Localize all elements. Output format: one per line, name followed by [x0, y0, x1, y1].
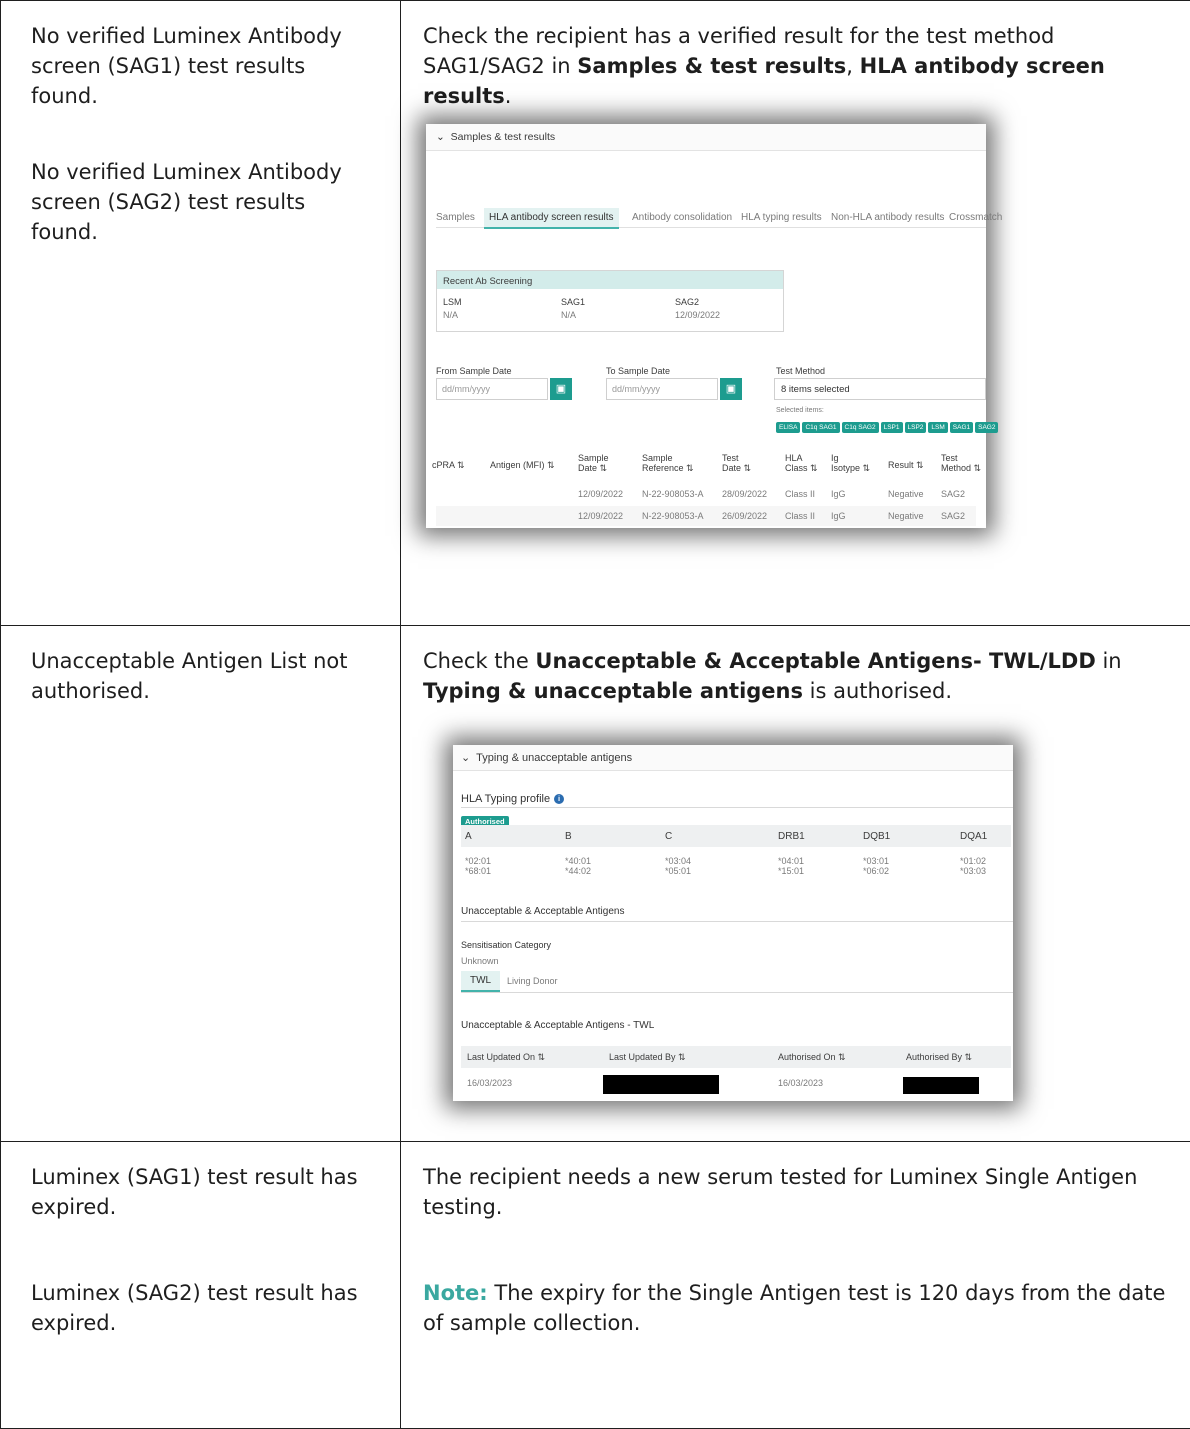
info-icon[interactable]: i	[554, 794, 564, 804]
col-sample-date[interactable]: SampleDate ⇅	[578, 453, 609, 474]
action-text: The recipient needs a new serum tested f…	[401, 1142, 1190, 1222]
tab-hla-typing-results[interactable]: HLA typing results	[741, 212, 822, 223]
locus-drb1: DRB1	[778, 831, 805, 842]
tab-samples[interactable]: Samples	[436, 212, 475, 223]
calendar-icon[interactable]: ▣	[720, 378, 742, 400]
action-text: Check the recipient has a verified resul…	[401, 1, 1190, 111]
locus-b: B	[565, 831, 572, 842]
note-label: Note:	[423, 1281, 488, 1305]
lsm-value: N/A	[443, 310, 458, 320]
test-method-select[interactable]: 8 items selected	[774, 378, 986, 400]
col-sample-reference[interactable]: SampleReference ⇅	[642, 453, 694, 474]
chip[interactable]: LSM	[928, 422, 947, 433]
col-last-updated-by[interactable]: Last Updated By ⇅	[609, 1052, 686, 1063]
hla-typing-profile-title: HLA Typing profilei	[461, 793, 564, 805]
locus-c: C	[665, 831, 672, 842]
test-method-label: Test Method	[776, 366, 825, 376]
col-cpra[interactable]: cPRA ⇅	[432, 460, 465, 471]
issue-cell: Unacceptable Antigen List not authorised…	[1, 626, 401, 1142]
chip[interactable]: C1q SAG1	[802, 422, 839, 433]
calendar-icon[interactable]: ▣	[550, 378, 572, 400]
table-row: 12/09/2022 N-22-908053-A 26/09/2022 Clas…	[436, 506, 976, 526]
col-last-updated-on[interactable]: Last Updated On ⇅	[467, 1052, 545, 1063]
issue-cell: No verified Luminex Antibody screen (SAG…	[1, 1, 401, 626]
from-date-input[interactable]: dd/mm/yyyy	[436, 378, 548, 400]
chip[interactable]: LSP2	[905, 422, 927, 433]
tab-bar: Samples HLA antibody screen results Anti…	[436, 208, 986, 228]
chip[interactable]: SAG1	[950, 422, 973, 433]
to-date-input[interactable]: dd/mm/yyyy	[606, 378, 718, 400]
twl-section-title: Unacceptable & Acceptable Antigens - TWL	[461, 1020, 654, 1031]
typing-unacceptable-antigens-screenshot: ⌄ Typing & unacceptable antigens HLA Typ…	[453, 745, 1013, 1101]
recent-ab-screening-panel: Recent Ab Screening LSM N/A SAG1 N/A SAG…	[436, 270, 784, 332]
tab-hla-antibody-screen-results[interactable]: HLA antibody screen results	[484, 208, 619, 229]
chevron-down-icon: ⌄	[461, 752, 470, 764]
locus-dqa1: DQA1	[960, 831, 987, 842]
table-row: Luminex (SAG1) test result has expired. …	[1, 1142, 1190, 1429]
tab-living-donor[interactable]: Living Donor	[507, 976, 558, 986]
to-date-label: To Sample Date	[606, 366, 670, 376]
tab-antibody-consolidation[interactable]: Antibody consolidation	[632, 212, 732, 223]
issue-cell: Luminex (SAG1) test result has expired. …	[1, 1142, 401, 1429]
issue-text: Unacceptable Antigen List not authorised…	[1, 626, 400, 706]
tab-twl[interactable]: TWL	[461, 971, 500, 992]
lsm-label: LSM	[443, 297, 462, 307]
issue-text: Luminex (SAG1) test result has expired.	[1, 1142, 400, 1222]
sag2-label: SAG2	[675, 297, 699, 307]
last-updated-on-value: 16/03/2023	[467, 1078, 512, 1088]
issue-text: No verified Luminex Antibody screen (SAG…	[1, 1, 400, 111]
col-test-method[interactable]: TestMethod ⇅	[941, 453, 981, 474]
col-ig-isotype[interactable]: IgIsotype ⇅	[831, 453, 870, 474]
table-row: 12/09/2022 N-22-908053-A 28/09/2022 Clas…	[436, 484, 976, 504]
authorised-on-value: 16/03/2023	[778, 1078, 823, 1088]
sensitisation-value: Unknown	[461, 956, 499, 966]
issue-text: Luminex (SAG2) test result has expired.	[1, 1222, 400, 1338]
chip[interactable]: SAG2	[975, 422, 998, 433]
tab-crossmatch[interactable]: Crossmatch	[949, 212, 1002, 223]
locus-a: A	[465, 831, 472, 842]
issue-text: No verified Luminex Antibody screen (SAG…	[1, 111, 400, 247]
col-test-date[interactable]: TestDate ⇅	[722, 453, 751, 474]
col-result[interactable]: Result ⇅	[888, 460, 924, 471]
tab-non-hla-antibody-results[interactable]: Non-HLA antibody results	[831, 212, 944, 223]
results-table-header: cPRA ⇅ Antigen (MFI) ⇅ SampleDate ⇅ Samp…	[426, 444, 986, 484]
col-antigen-mfi[interactable]: Antigen (MFI) ⇅	[490, 460, 555, 471]
panel-title: Recent Ab Screening	[437, 271, 783, 289]
section-header[interactable]: ⌄ Samples & test results	[426, 124, 986, 151]
selected-chips: ELISAC1q SAG1C1q SAG2LSP1LSP2LSMSAG1SAG2	[776, 416, 1000, 434]
sensitisation-label: Sensitisation Category	[461, 940, 551, 950]
section-header[interactable]: ⌄ Typing & unacceptable antigens	[453, 745, 1013, 771]
col-hla-class[interactable]: HLAClass ⇅	[785, 453, 818, 474]
sag1-value: N/A	[561, 310, 576, 320]
sag2-value: 12/09/2022	[675, 310, 720, 320]
chip[interactable]: C1q SAG2	[842, 422, 879, 433]
col-authorised-by[interactable]: Authorised By ⇅	[906, 1052, 972, 1063]
selected-items-label: Selected items:	[776, 407, 824, 414]
samples-test-results-screenshot: ⌄ Samples & test results Samples HLA ant…	[426, 124, 986, 528]
chip[interactable]: ELISA	[776, 422, 800, 433]
col-authorised-on[interactable]: Authorised On ⇅	[778, 1052, 846, 1063]
from-date-label: From Sample Date	[436, 366, 512, 376]
sag1-label: SAG1	[561, 297, 585, 307]
action-cell: The recipient needs a new serum tested f…	[401, 1142, 1190, 1429]
chevron-down-icon: ⌄	[436, 131, 445, 143]
action-text: Check the Unacceptable & Acceptable Anti…	[401, 626, 1190, 706]
note-text: Note: The expiry for the Single Antigen …	[401, 1222, 1190, 1338]
redacted-name	[903, 1077, 979, 1094]
locus-dqb1: DQB1	[863, 831, 890, 842]
chip[interactable]: LSP1	[881, 422, 903, 433]
ua-section-title: Unacceptable & Acceptable Antigens	[461, 906, 624, 917]
redacted-name	[603, 1075, 719, 1094]
